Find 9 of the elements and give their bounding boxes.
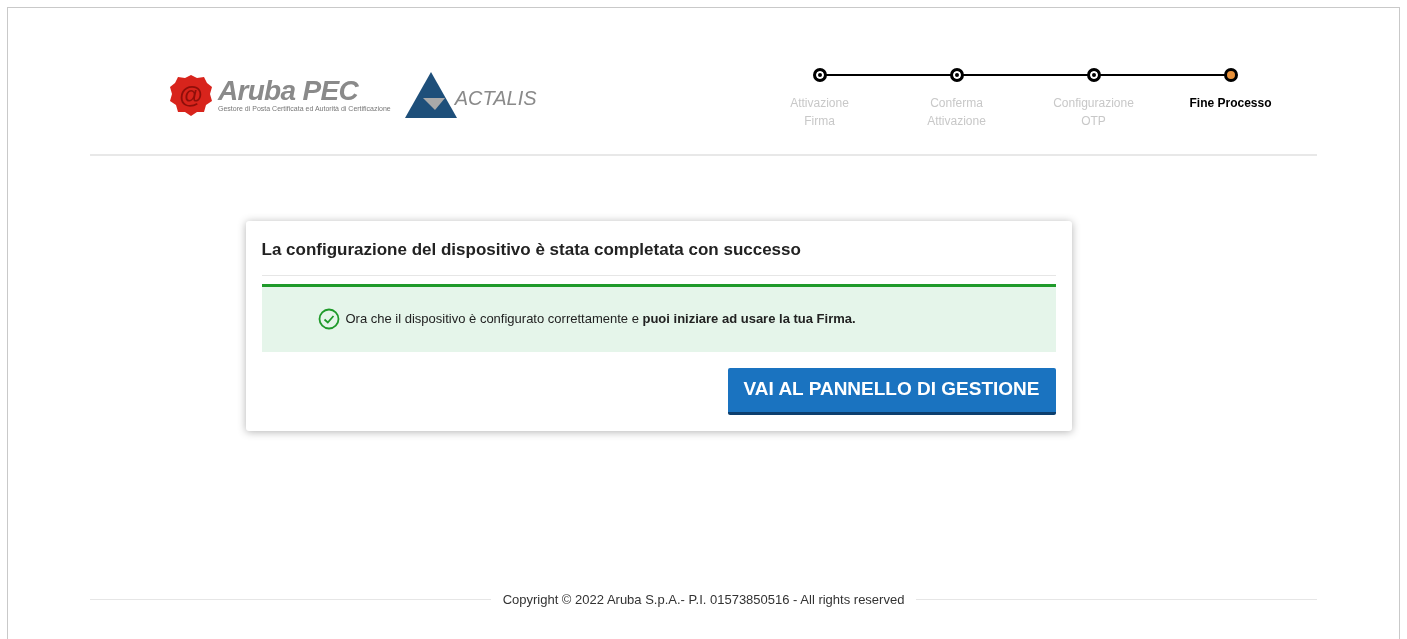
management-panel-button[interactable]: VAI AL PANNELLO DI GESTIONE: [727, 367, 1056, 415]
copyright-text: Copyright © 2022 Aruba S.p.A.- P.I. 01573850516 - All rights reserved: [502, 590, 905, 609]
success-message: Ora che il dispositivo è configurato correttamente e puoi iniziare ad usare la tua Firma.: [345, 310, 856, 329]
check-circle-icon: [317, 308, 340, 330]
seal-logo-icon: @: [168, 73, 214, 117]
card-title: La configurazione del dispositivo è stata completata con successo: [261, 237, 1056, 276]
partner-logo-name: ACTALIS: [454, 86, 537, 110]
logo-name: Aruba PEC: [218, 77, 360, 105]
step-label: Fine Processo: [1188, 95, 1273, 112]
